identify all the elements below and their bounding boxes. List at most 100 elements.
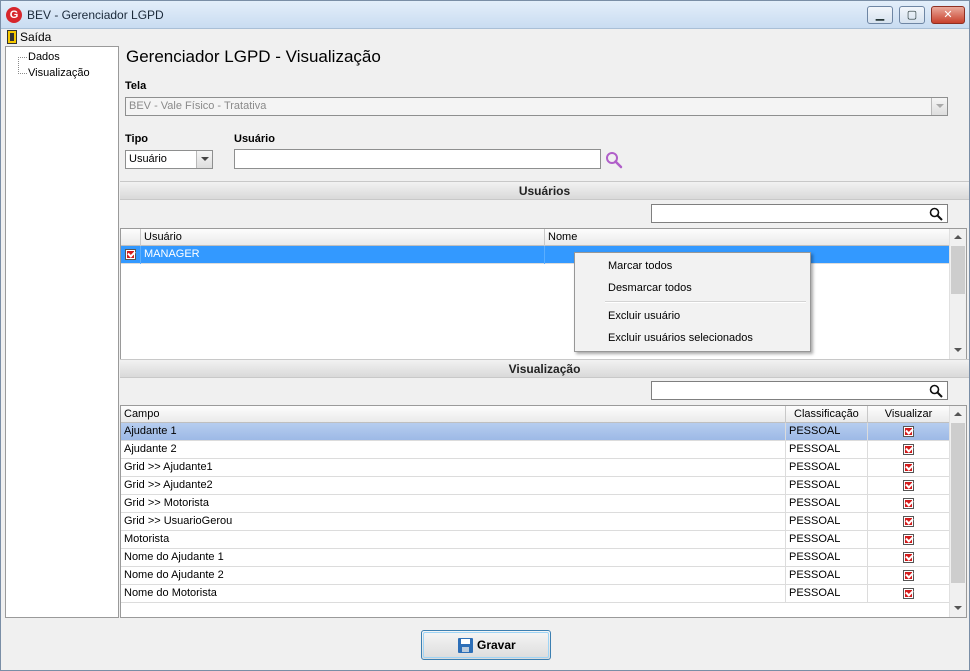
- users-filter-input[interactable]: [651, 204, 948, 223]
- visualizar-checkbox[interactable]: [903, 588, 914, 599]
- cell-campo[interactable]: Nome do Ajudante 2: [121, 567, 786, 585]
- cell-visualizar[interactable]: [868, 549, 950, 567]
- scroll-down-icon[interactable]: [950, 600, 966, 616]
- scroll-up-icon[interactable]: [950, 229, 966, 245]
- close-button[interactable]: ✕: [931, 6, 965, 24]
- visualizar-checkbox[interactable]: [903, 534, 914, 545]
- cell-visualizar[interactable]: [868, 423, 950, 441]
- visualizar-checkbox[interactable]: [903, 570, 914, 581]
- cell-campo[interactable]: Grid >> Ajudante1: [121, 459, 786, 477]
- cell-classificacao[interactable]: PESSOAL: [786, 513, 868, 531]
- menu-exit[interactable]: Saída: [7, 30, 51, 44]
- cell-classificacao[interactable]: PESSOAL: [786, 531, 868, 549]
- column-header-usuario[interactable]: Usuário: [141, 229, 545, 246]
- visualizar-checkbox[interactable]: [903, 516, 914, 527]
- row-checkbox[interactable]: [125, 249, 136, 260]
- cell-classificacao[interactable]: PESSOAL: [786, 585, 868, 603]
- cell-campo[interactable]: Nome do Motorista: [121, 585, 786, 603]
- cell-usuario[interactable]: MANAGER: [141, 246, 545, 264]
- menu-item-excluir-usuario[interactable]: Excluir usuário: [608, 310, 680, 322]
- navigation-tree: Dados Visualização: [5, 46, 119, 618]
- table-row[interactable]: Motorista PESSOAL: [121, 531, 950, 549]
- search-icon[interactable]: [929, 384, 943, 398]
- window-title: BEV - Gerenciador LGPD: [27, 8, 164, 22]
- cell-campo[interactable]: Nome do Ajudante 1: [121, 549, 786, 567]
- menu-exit-label: Saída: [20, 30, 52, 44]
- cell-campo[interactable]: Grid >> UsuarioGerou: [121, 513, 786, 531]
- cell-visualizar[interactable]: [868, 441, 950, 459]
- table-row[interactable]: Grid >> Ajudante1 PESSOAL: [121, 459, 950, 477]
- cell-campo[interactable]: Ajudante 1: [121, 423, 786, 441]
- search-icon[interactable]: [929, 207, 943, 221]
- cell-visualizar[interactable]: [868, 567, 950, 585]
- table-row[interactable]: Ajudante 1 PESSOAL: [121, 423, 950, 441]
- table-row[interactable]: Grid >> Motorista PESSOAL: [121, 495, 950, 513]
- cell-visualizar[interactable]: [868, 513, 950, 531]
- exit-door-icon: [7, 30, 17, 44]
- visualizar-checkbox[interactable]: [903, 426, 914, 437]
- tipo-label: Tipo: [125, 133, 149, 145]
- scroll-thumb[interactable]: [951, 246, 965, 294]
- column-header-visualizar[interactable]: Visualizar: [868, 406, 950, 423]
- users-grid[interactable]: Usuário Nome MANAGER: [120, 228, 967, 360]
- cell-visualizar[interactable]: [868, 531, 950, 549]
- cell-visualizar[interactable]: [868, 495, 950, 513]
- cell-campo[interactable]: Ajudante 2: [121, 441, 786, 459]
- table-row[interactable]: Grid >> UsuarioGerou PESSOAL: [121, 513, 950, 531]
- tree-item-dados[interactable]: Dados: [28, 51, 60, 63]
- save-button[interactable]: Gravar: [421, 630, 551, 660]
- visualizar-checkbox[interactable]: [903, 480, 914, 491]
- cell-campo[interactable]: Grid >> Ajudante2: [121, 477, 786, 495]
- visualizar-checkbox[interactable]: [903, 552, 914, 563]
- table-row[interactable]: Nome do Motorista PESSOAL: [121, 585, 950, 603]
- tree-item-visualizacao[interactable]: Visualização: [28, 67, 90, 79]
- scroll-up-icon[interactable]: [950, 406, 966, 422]
- tipo-select[interactable]: Usuário: [125, 150, 213, 169]
- visualizar-checkbox[interactable]: [903, 444, 914, 455]
- row-checkbox-cell[interactable]: [121, 246, 141, 264]
- usuario-input[interactable]: [234, 149, 601, 169]
- maximize-button[interactable]: ▢: [899, 6, 925, 24]
- column-header-classificacao[interactable]: Classificação: [786, 406, 868, 423]
- view-grid[interactable]: Campo Classificação Visualizar Ajudante …: [120, 405, 967, 618]
- column-header-nome[interactable]: Nome: [545, 229, 950, 246]
- table-row[interactable]: Ajudante 2 PESSOAL: [121, 441, 950, 459]
- users-section-header: Usuários: [120, 181, 969, 200]
- menu-item-marcar-todos[interactable]: Marcar todos: [608, 260, 672, 272]
- cell-campo[interactable]: Motorista: [121, 531, 786, 549]
- chevron-down-icon: [931, 98, 947, 115]
- minimize-button[interactable]: ▁: [867, 6, 893, 24]
- table-row[interactable]: Grid >> Ajudante2 PESSOAL: [121, 477, 950, 495]
- cell-classificacao[interactable]: PESSOAL: [786, 423, 868, 441]
- cell-classificacao[interactable]: PESSOAL: [786, 459, 868, 477]
- cell-classificacao[interactable]: PESSOAL: [786, 567, 868, 585]
- cell-visualizar[interactable]: [868, 459, 950, 477]
- table-row[interactable]: Nome do Ajudante 1 PESSOAL: [121, 549, 950, 567]
- tela-label: Tela: [125, 80, 147, 92]
- table-row[interactable]: Nome do Ajudante 2 PESSOAL: [121, 567, 950, 585]
- menu-bar: Saída: [2, 29, 968, 46]
- cell-classificacao[interactable]: PESSOAL: [786, 441, 868, 459]
- view-grid-scrollbar[interactable]: [949, 406, 966, 617]
- scroll-thumb[interactable]: [951, 423, 965, 583]
- cell-visualizar[interactable]: [868, 585, 950, 603]
- cell-classificacao[interactable]: PESSOAL: [786, 549, 868, 567]
- cell-classificacao[interactable]: PESSOAL: [786, 477, 868, 495]
- bev-logo-icon: G: [6, 7, 22, 23]
- search-icon[interactable]: [605, 151, 623, 169]
- visualizar-checkbox[interactable]: [903, 498, 914, 509]
- chevron-down-icon: [196, 151, 212, 168]
- tela-combobox[interactable]: BEV - Vale Físico - Tratativa: [125, 97, 948, 116]
- view-filter-input[interactable]: [651, 381, 948, 400]
- page-title: Gerenciador LGPD - Visualização: [126, 47, 381, 66]
- cell-classificacao[interactable]: PESSOAL: [786, 495, 868, 513]
- users-grid-scrollbar[interactable]: [949, 229, 966, 359]
- scroll-down-icon[interactable]: [950, 342, 966, 358]
- cell-visualizar[interactable]: [868, 477, 950, 495]
- menu-item-excluir-selecionados[interactable]: Excluir usuários selecionados: [608, 332, 753, 344]
- visualizar-checkbox[interactable]: [903, 462, 914, 473]
- menu-item-desmarcar-todos[interactable]: Desmarcar todos: [608, 282, 692, 294]
- column-header-campo[interactable]: Campo: [121, 406, 786, 423]
- table-row[interactable]: MANAGER: [121, 246, 950, 264]
- cell-campo[interactable]: Grid >> Motorista: [121, 495, 786, 513]
